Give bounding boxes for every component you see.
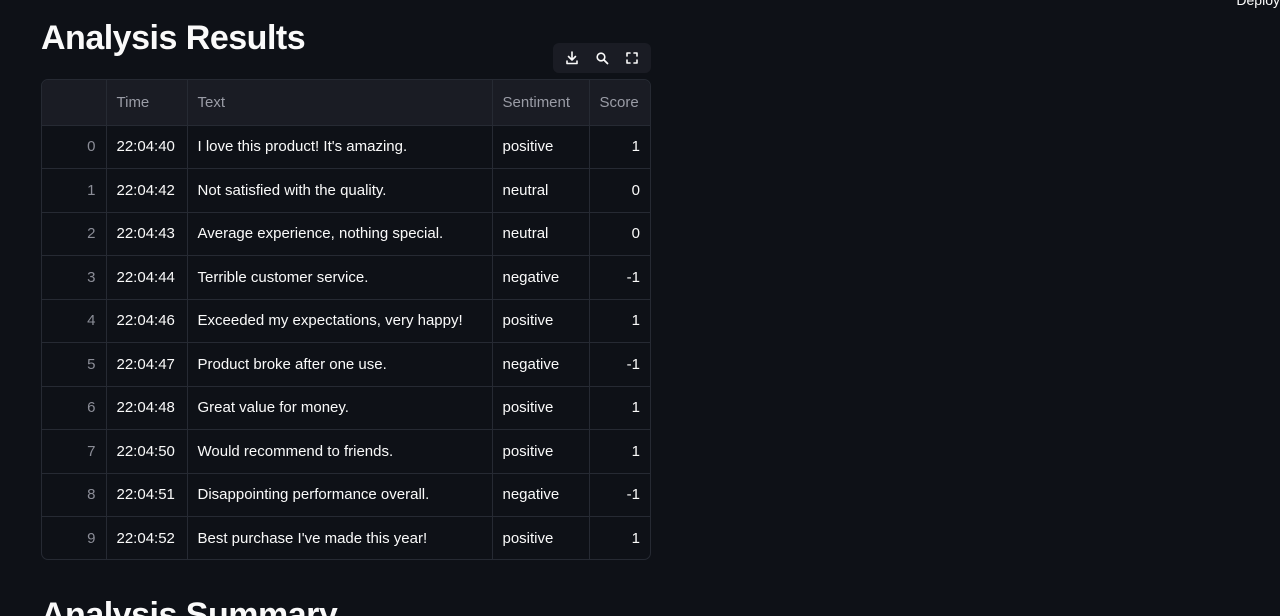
time-cell[interactable]: 22:04:52 bbox=[106, 516, 188, 559]
time-cell[interactable]: 22:04:44 bbox=[106, 255, 188, 300]
time-cell[interactable]: 22:04:43 bbox=[106, 212, 188, 256]
text-cell[interactable]: Exceeded my expectations, very happy! bbox=[187, 299, 493, 343]
row-index-cell[interactable]: 3 bbox=[42, 255, 107, 300]
table-row[interactable]: 3 22:04:44 Terrible customer service. negat… bbox=[42, 255, 650, 300]
time-cell[interactable]: 22:04:40 bbox=[106, 125, 188, 169]
time-cell[interactable]: 22:04:48 bbox=[106, 386, 188, 430]
score-cell[interactable]: 1 bbox=[589, 125, 650, 169]
summary-heading: Analysis Summary bbox=[41, 596, 338, 616]
sentiment-cell[interactable]: neutral bbox=[492, 212, 590, 256]
download-icon bbox=[566, 51, 578, 65]
text-cell[interactable]: Disappointing performance overall. bbox=[187, 473, 493, 517]
row-index-cell[interactable]: 7 bbox=[42, 429, 107, 474]
column-header-index[interactable] bbox=[42, 80, 107, 126]
fullscreen-button[interactable] bbox=[620, 46, 644, 70]
search-button[interactable] bbox=[590, 46, 614, 70]
table-header-row: Time Text Sentiment Score bbox=[42, 80, 650, 126]
download-button[interactable] bbox=[560, 46, 584, 70]
score-cell[interactable]: -1 bbox=[589, 342, 650, 387]
table-row[interactable]: 2 22:04:43 Average experience, nothing spe… bbox=[42, 212, 650, 256]
row-index-cell[interactable]: 9 bbox=[42, 516, 107, 559]
table-body: 0 22:04:40 I love this product! It's amazi… bbox=[42, 125, 650, 560]
sentiment-cell[interactable]: neutral bbox=[492, 168, 590, 213]
score-cell[interactable]: 0 bbox=[589, 212, 650, 256]
fullscreen-icon bbox=[626, 52, 638, 64]
sentiment-cell[interactable]: negative bbox=[492, 473, 590, 517]
app-page: Deploy Analysis Results Time Text Sentim… bbox=[0, 0, 1280, 616]
text-cell[interactable]: Would recommend to friends. bbox=[187, 429, 493, 474]
results-dataframe[interactable]: Time Text Sentiment Score 0 22:04:40 I lov… bbox=[41, 79, 651, 560]
score-cell[interactable]: 1 bbox=[589, 517, 650, 560]
table-row[interactable]: 9 22:04:52 Best purchase I've made this ye… bbox=[42, 516, 650, 560]
table-row[interactable]: 5 22:04:47 Product broke after one use. neg… bbox=[42, 342, 650, 387]
search-icon bbox=[596, 52, 609, 65]
score-cell[interactable]: 0 bbox=[589, 168, 650, 213]
row-index-cell[interactable]: 4 bbox=[42, 299, 107, 343]
table-row[interactable]: 7 22:04:50 Would recommend to friends. posi… bbox=[42, 429, 650, 474]
text-cell[interactable]: I love this product! It's amazing. bbox=[187, 125, 493, 169]
page-title: Analysis Results bbox=[41, 19, 306, 57]
table-row[interactable]: 0 22:04:40 I love this product! It's amazi… bbox=[42, 125, 650, 169]
score-cell[interactable]: -1 bbox=[589, 255, 650, 300]
sentiment-cell[interactable]: positive bbox=[492, 125, 590, 169]
table-row[interactable]: 6 22:04:48 Great value for money. positive 1 bbox=[42, 386, 650, 430]
score-cell[interactable]: 1 bbox=[589, 429, 650, 474]
time-cell[interactable]: 22:04:42 bbox=[106, 168, 188, 213]
score-cell[interactable]: -1 bbox=[589, 473, 650, 517]
text-cell[interactable]: Best purchase I've made this year! bbox=[187, 516, 493, 559]
sentiment-cell[interactable]: positive bbox=[492, 429, 590, 474]
deploy-button[interactable]: Deploy bbox=[1236, 0, 1280, 8]
row-index-cell[interactable]: 8 bbox=[42, 473, 107, 517]
text-cell[interactable]: Great value for money. bbox=[187, 386, 493, 430]
sentiment-cell[interactable]: negative bbox=[492, 342, 590, 387]
results-table: Time Text Sentiment Score 0 22:04:40 I lov… bbox=[42, 80, 650, 560]
sentiment-cell[interactable]: positive bbox=[492, 516, 590, 559]
text-cell[interactable]: Product broke after one use. bbox=[187, 342, 493, 387]
time-cell[interactable]: 22:04:50 bbox=[106, 429, 188, 474]
time-cell[interactable]: 22:04:46 bbox=[106, 299, 188, 343]
column-header-text[interactable]: Text bbox=[187, 80, 493, 126]
score-cell[interactable]: 1 bbox=[589, 299, 650, 343]
score-cell[interactable]: 1 bbox=[589, 386, 650, 430]
text-cell[interactable]: Average experience, nothing special. bbox=[187, 212, 493, 256]
time-cell[interactable]: 22:04:51 bbox=[106, 473, 188, 517]
table-row[interactable]: 4 22:04:46 Exceeded my expectations, very … bbox=[42, 299, 650, 343]
time-cell[interactable]: 22:04:47 bbox=[106, 342, 188, 387]
sentiment-cell[interactable]: negative bbox=[492, 255, 590, 300]
column-header-time[interactable]: Time bbox=[106, 80, 188, 126]
table-row[interactable]: 8 22:04:51 Disappointing performance overa… bbox=[42, 473, 650, 517]
column-header-score[interactable]: Score bbox=[589, 80, 650, 126]
row-index-cell[interactable]: 6 bbox=[42, 386, 107, 430]
row-index-cell[interactable]: 5 bbox=[42, 342, 107, 387]
sentiment-cell[interactable]: positive bbox=[492, 386, 590, 430]
row-index-cell[interactable]: 1 bbox=[42, 168, 107, 213]
text-cell[interactable]: Not satisfied with the quality. bbox=[187, 168, 493, 213]
sentiment-cell[interactable]: positive bbox=[492, 299, 590, 343]
text-cell[interactable]: Terrible customer service. bbox=[187, 255, 493, 300]
dataframe-toolbar bbox=[553, 43, 651, 73]
row-index-cell[interactable]: 2 bbox=[42, 212, 107, 256]
table-row[interactable]: 1 22:04:42 Not satisfied with the quality.… bbox=[42, 168, 650, 213]
row-index-cell[interactable]: 0 bbox=[42, 125, 107, 169]
column-header-sentiment[interactable]: Sentiment bbox=[492, 80, 590, 126]
